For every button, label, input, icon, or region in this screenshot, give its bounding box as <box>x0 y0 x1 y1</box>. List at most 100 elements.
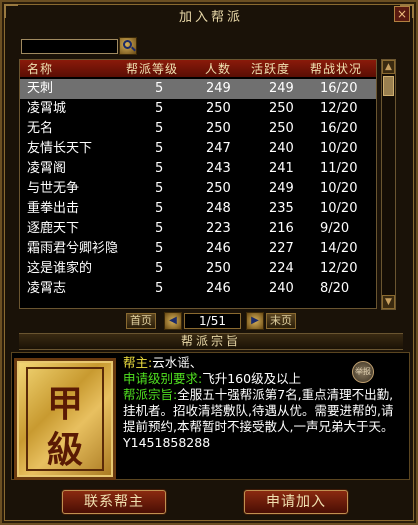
row-name: 凌霄城 <box>27 101 67 116</box>
row-level: 5 <box>155 181 164 196</box>
row-activity: 250 <box>269 101 294 116</box>
table-row[interactable]: 重拳出击 5 248 235 10/20 <box>20 199 376 219</box>
row-war-status: 10/20 <box>320 141 358 156</box>
guild-info-text: 帮主:云水谣、 申请级别要求:飞升160级及以上 帮派宗旨:全服五十强帮派第7名… <box>123 355 403 451</box>
row-members: 223 <box>206 221 231 236</box>
header-name[interactable]: 名称 <box>27 60 53 77</box>
row-name: 这是谁家的 <box>27 261 93 276</box>
row-activity: 224 <box>269 261 294 276</box>
row-name: 与世无争 <box>27 181 80 196</box>
last-page-button[interactable]: 末页 <box>266 313 296 329</box>
purpose-label: 帮派宗旨: <box>123 387 178 402</box>
scroll-thumb[interactable] <box>383 76 394 96</box>
row-members: 246 <box>206 241 231 256</box>
row-members: 250 <box>206 121 231 136</box>
leader-value: 云水谣、 <box>152 355 203 370</box>
row-name: 友情长天下 <box>27 141 93 156</box>
scroll-up-icon[interactable]: ▲ <box>382 60 395 74</box>
header-war-status[interactable]: 帮战状况 <box>310 60 362 77</box>
row-war-status: 14/20 <box>320 241 358 256</box>
plaque-char-2: 級 <box>46 429 83 471</box>
row-activity: 240 <box>269 281 294 296</box>
row-activity: 216 <box>269 221 294 236</box>
row-name: 无名 <box>27 121 54 136</box>
table-row[interactable]: 这是谁家的 5 250 224 12/20 <box>20 259 376 279</box>
close-button[interactable]: × <box>394 6 410 22</box>
row-war-status: 10/20 <box>320 181 358 196</box>
row-level: 5 <box>155 141 164 156</box>
table-row[interactable]: 与世无争 5 250 249 10/20 <box>20 179 376 199</box>
list-scrollbar[interactable]: ▲ ▼ <box>381 59 396 310</box>
header-activity[interactable]: 活跃度 <box>251 60 290 77</box>
row-level: 5 <box>155 281 164 296</box>
row-level: 5 <box>155 221 164 236</box>
apply-join-button[interactable]: 申请加入 <box>244 490 348 514</box>
row-members: 246 <box>206 281 231 296</box>
row-war-status: 9/20 <box>320 221 350 236</box>
row-name: 霜雨君兮卿衫隐 <box>27 241 119 256</box>
plaque-char-1: 甲 <box>46 383 83 425</box>
search-icon[interactable] <box>119 37 137 55</box>
table-row[interactable]: 凌霄阁 5 243 241 11/20 <box>20 159 376 179</box>
row-level: 5 <box>155 201 164 216</box>
table-row[interactable]: 凌霄志 5 246 240 8/20 <box>20 279 376 299</box>
window-title: 加入帮派 <box>178 10 243 25</box>
row-members: 247 <box>206 141 231 156</box>
contact-leader-button[interactable]: 联系帮主 <box>62 490 166 514</box>
row-war-status: 16/20 <box>320 121 358 136</box>
next-page-icon[interactable]: ▶ <box>246 312 264 330</box>
row-activity: 241 <box>269 161 294 176</box>
row-level: 5 <box>155 241 164 256</box>
row-level: 5 <box>155 261 164 276</box>
leader-label: 帮主: <box>123 355 153 370</box>
row-members: 250 <box>206 181 231 196</box>
row-name: 天刺 <box>27 81 54 96</box>
scroll-down-icon[interactable]: ▼ <box>382 295 395 309</box>
row-war-status: 8/20 <box>320 281 350 296</box>
row-name: 凌霄阁 <box>27 161 67 176</box>
row-level: 5 <box>155 121 164 136</box>
table-row[interactable]: 霜雨君兮卿衫隐 5 246 227 14/20 <box>20 239 376 259</box>
row-members: 250 <box>206 261 231 276</box>
table-row[interactable]: 凌霄城 5 250 250 12/20 <box>20 99 376 119</box>
guild-rank-plaque: 甲 級 <box>14 358 116 480</box>
table-row[interactable]: 逐鹿天下 5 223 216 9/20 <box>20 219 376 239</box>
table-row[interactable]: 无名 5 250 250 16/20 <box>20 119 376 139</box>
row-name: 重拳出击 <box>27 201 80 216</box>
row-activity: 249 <box>269 81 294 96</box>
header-level[interactable]: 帮派等级 <box>126 60 178 77</box>
row-war-status: 10/20 <box>320 201 358 216</box>
pager: 首页 ◀ 1/51 ▶ 末页 <box>2 311 418 333</box>
prev-page-icon[interactable]: ◀ <box>164 312 182 330</box>
guild-info-panel: 甲 級 举报 帮主:云水谣、 申请级别要求:飞升160级及以上 帮派宗旨:全服五… <box>11 352 410 480</box>
guild-join-window: 加入帮派 × 名称 帮派等级 人数 活跃度 帮战状况 天刺 5 249 249 16/2… <box>0 0 418 525</box>
row-name: 逐鹿天下 <box>27 221 80 236</box>
row-activity: 235 <box>269 201 294 216</box>
row-members: 250 <box>206 101 231 116</box>
page-indicator[interactable]: 1/51 <box>184 313 241 329</box>
row-members: 249 <box>206 81 231 96</box>
row-name: 凌霄志 <box>27 281 67 296</box>
header-members[interactable]: 人数 <box>205 60 231 77</box>
requirement-label: 申请级别要求: <box>123 371 203 386</box>
row-activity: 240 <box>269 141 294 156</box>
row-level: 5 <box>155 161 164 176</box>
table-header: 名称 帮派等级 人数 活跃度 帮战状况 <box>20 60 376 77</box>
row-activity: 250 <box>269 121 294 136</box>
guild-list: 名称 帮派等级 人数 活跃度 帮战状况 天刺 5 249 249 16/20 凌霄城 5 25… <box>19 59 377 309</box>
requirement-value: 飞升160级及以上 <box>202 371 302 386</box>
section-title: 帮派宗旨 <box>19 333 403 350</box>
first-page-button[interactable]: 首页 <box>126 313 156 329</box>
row-members: 243 <box>206 161 231 176</box>
row-war-status: 11/20 <box>320 161 358 176</box>
row-level: 5 <box>155 101 164 116</box>
search-input[interactable] <box>21 39 118 54</box>
row-war-status: 12/20 <box>320 101 358 116</box>
row-war-status: 16/20 <box>320 81 358 96</box>
row-activity: 227 <box>269 241 294 256</box>
row-level: 5 <box>155 81 164 96</box>
table-row[interactable]: 友情长天下 5 247 240 10/20 <box>20 139 376 159</box>
row-activity: 249 <box>269 181 294 196</box>
row-war-status: 12/20 <box>320 261 358 276</box>
table-row[interactable]: 天刺 5 249 249 16/20 <box>20 79 376 99</box>
